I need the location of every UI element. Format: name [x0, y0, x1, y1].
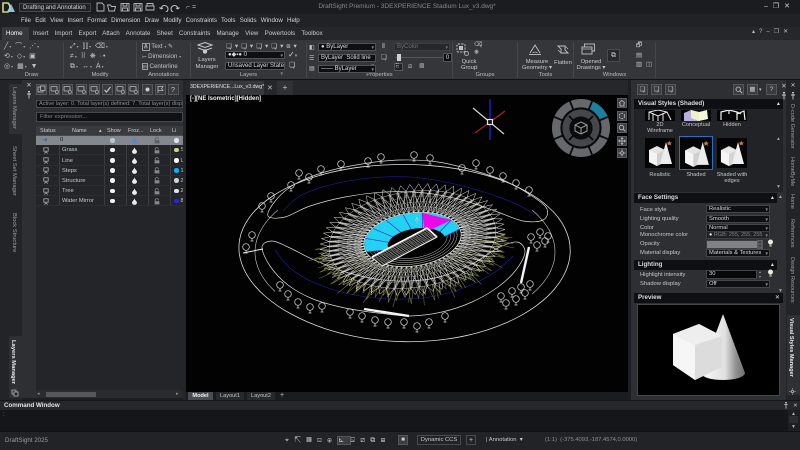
svg-text:⌐ =: ⌐ =: [186, 4, 196, 11]
svg-text:?: ?: [171, 87, 175, 94]
